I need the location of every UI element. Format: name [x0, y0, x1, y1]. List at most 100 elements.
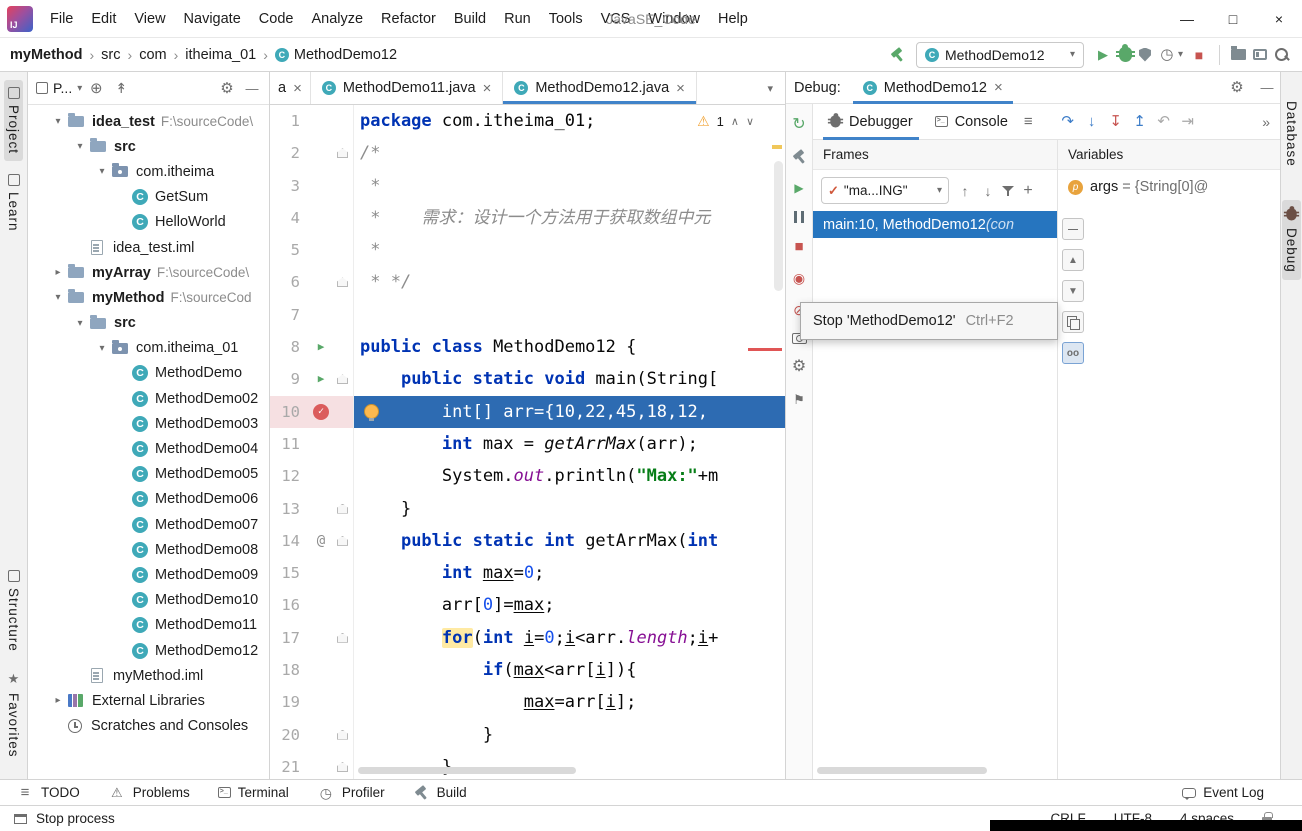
fold-marker-icon[interactable] — [337, 632, 348, 643]
frame-item[interactable]: main:10, MethodDemo12 (con — [813, 211, 1057, 238]
tree-chevron-icon[interactable]: ▾ — [72, 318, 88, 329]
close-tab-icon[interactable]: × — [293, 80, 302, 97]
rerun-icon[interactable]: ↻ — [790, 116, 808, 134]
debug-icon[interactable] — [1115, 44, 1135, 62]
breadcrumb-item[interactable]: MethodDemo12 — [274, 47, 397, 63]
code-line[interactable]: 4 * 需求：设计一个方法用于获取数组中元 — [270, 201, 785, 235]
build-icon[interactable] — [889, 46, 906, 63]
run-icon[interactable]: ▶ — [1094, 46, 1112, 64]
fold-marker-icon[interactable] — [337, 503, 348, 514]
debug-session-tab[interactable]: MethodDemo12 × — [852, 72, 1013, 104]
code-line[interactable]: 9 ▶ public static void main(String[ — [270, 363, 785, 396]
menu-help[interactable]: Help — [709, 0, 757, 38]
tree-chevron-icon[interactable]: ▾ — [94, 166, 110, 177]
menu-tools[interactable]: Tools — [540, 0, 592, 38]
tree-chevron-icon[interactable]: ▾ — [50, 116, 66, 127]
menu-refactor[interactable]: Refactor — [372, 0, 445, 38]
settings-gear-icon[interactable]: ⚙ — [1228, 79, 1246, 97]
build-settings-icon[interactable] — [791, 148, 808, 165]
menu-file[interactable]: File — [41, 0, 82, 38]
tree-chevron-icon[interactable]: ▸ — [50, 695, 66, 706]
toolwindow-tab-debug[interactable]: Debug — [1282, 199, 1301, 280]
minimize-button[interactable]: — — [1164, 0, 1210, 38]
tab-debugger[interactable]: Debugger — [823, 104, 919, 140]
code-text[interactable]: int max=0; — [354, 557, 785, 589]
code-line[interactable]: 6 * */ — [270, 266, 785, 299]
tab-profiler[interactable]: ◷ Profiler — [317, 784, 385, 802]
next-frame-icon[interactable]: ↓ — [979, 182, 997, 200]
tree-item[interactable]: ▾ com.itheima_01 — [28, 336, 269, 361]
pin-icon[interactable]: ⚑ — [790, 390, 808, 408]
tree-item[interactable]: Scratches and Consoles — [28, 714, 269, 739]
editor-tab[interactable]: MethodDemo11.java × — [311, 72, 504, 104]
step-out-icon[interactable]: ↥ — [1131, 113, 1149, 131]
code-line[interactable]: 2 /* — [270, 137, 785, 170]
horizontal-scrollbar[interactable] — [358, 767, 576, 774]
variable-item[interactable]: p args = {String[0]@ — [1058, 170, 1280, 204]
menu-run[interactable]: Run — [495, 0, 540, 38]
stop-icon[interactable]: ■ — [790, 237, 808, 255]
toolwindows-icon[interactable] — [1231, 46, 1246, 60]
code-line[interactable]: 21 } — [270, 750, 785, 779]
profiler-icon[interactable]: ◷ ▾ — [1158, 46, 1183, 64]
tree-item[interactable]: ▸ External Libraries — [28, 688, 269, 713]
toolwindow-tab-database[interactable]: Database — [1282, 94, 1301, 174]
toolwindow-tab-learn[interactable]: Learn — [4, 167, 23, 239]
resume-icon[interactable]: ▶ — [790, 179, 808, 197]
close-tab-icon[interactable]: × — [676, 80, 685, 97]
tree-item[interactable]: ▾ com.itheima — [28, 159, 269, 184]
tree-item[interactable]: MethodDemo12 — [28, 638, 269, 663]
breadcrumb-item[interactable]: itheima_01 — [185, 47, 256, 63]
menu-edit[interactable]: Edit — [82, 0, 125, 38]
code-line[interactable]: 14 @ public static int getArrMax(int — [270, 524, 785, 558]
tree-item[interactable]: MethodDemo08 — [28, 537, 269, 562]
tab-console[interactable]: Console — [929, 104, 1014, 140]
step-into-icon[interactable]: ↓ — [1083, 113, 1101, 131]
fold-marker-icon[interactable] — [337, 148, 348, 159]
code-text[interactable]: * — [354, 234, 785, 266]
tree-item[interactable]: GetSum — [28, 185, 269, 210]
tree-item[interactable]: MethodDemo03 — [28, 411, 269, 436]
add-watch-icon[interactable]: + — [1019, 182, 1037, 200]
code-line[interactable]: 5 * — [270, 234, 785, 267]
fold-marker-icon[interactable] — [337, 761, 348, 772]
run-line-icon[interactable]: ▶ — [318, 363, 325, 395]
copy-button[interactable] — [1062, 311, 1084, 333]
menu-code[interactable]: Code — [250, 0, 303, 38]
toolwindow-tab-structure[interactable]: Structure — [4, 563, 23, 659]
debug-settings-icon[interactable]: ⚙ — [790, 358, 808, 376]
toolwindow-tab-favorites[interactable]: ★ Favorites — [4, 664, 23, 765]
tree-item[interactable]: MethodDemo04 — [28, 436, 269, 461]
step-over-icon[interactable]: ↷ — [1059, 113, 1077, 131]
code-line[interactable]: 11 int max = getArrMax(arr); — [270, 427, 785, 461]
view-breakpoints-icon[interactable]: ◉ — [790, 269, 808, 287]
code-line[interactable]: 17 for(int i=0;i<arr.length;i+ — [270, 621, 785, 655]
breadcrumb-item[interactable]: com — [139, 47, 166, 63]
tab-problems[interactable]: ⚠ Problems — [108, 784, 190, 802]
layout-icon[interactable] — [1253, 49, 1267, 60]
fold-marker-icon[interactable] — [337, 535, 348, 546]
code-text[interactable]: System.out.println("Max:"+m — [354, 460, 785, 492]
hidden-tabs-dropdown-icon[interactable]: ▾ — [755, 82, 785, 95]
breadcrumb-item[interactable]: myMethod — [10, 47, 83, 63]
run-to-cursor-icon[interactable]: ⇥ — [1179, 113, 1197, 131]
code-text[interactable]: int max = getArrMax(arr); — [354, 428, 785, 460]
tree-item[interactable]: ▾ idea_test F:\sourceCode\ — [28, 109, 269, 134]
code-line[interactable]: 10 ✓ int[] arr={10,22,45,18,12, — [270, 395, 785, 428]
background-tasks-icon[interactable] — [14, 813, 27, 824]
code-text[interactable]: } — [354, 751, 785, 779]
tree-chevron-icon[interactable]: ▾ — [72, 141, 88, 152]
fold-marker-icon[interactable] — [337, 374, 348, 385]
tree-chevron-icon[interactable]: ▾ — [50, 292, 66, 303]
close-tab-icon[interactable]: × — [994, 79, 1003, 96]
code-text[interactable]: max=arr[i]; — [354, 686, 785, 718]
scroll-down-button[interactable]: ▼ — [1062, 280, 1084, 302]
breakpoint-icon[interactable]: ✓ — [313, 403, 329, 420]
tree-item[interactable]: MethodDemo11 — [28, 613, 269, 638]
tree-chevron-icon[interactable]: ▾ — [94, 343, 110, 354]
close-button[interactable]: × — [1256, 0, 1302, 38]
collapse-all-icon[interactable]: ↟ — [112, 79, 130, 97]
editor-tab[interactable]: MethodDemo12.java × — [503, 72, 697, 104]
code-line[interactable]: 15 int max=0; — [270, 557, 785, 590]
tree-item[interactable]: ▾ src — [28, 311, 269, 336]
